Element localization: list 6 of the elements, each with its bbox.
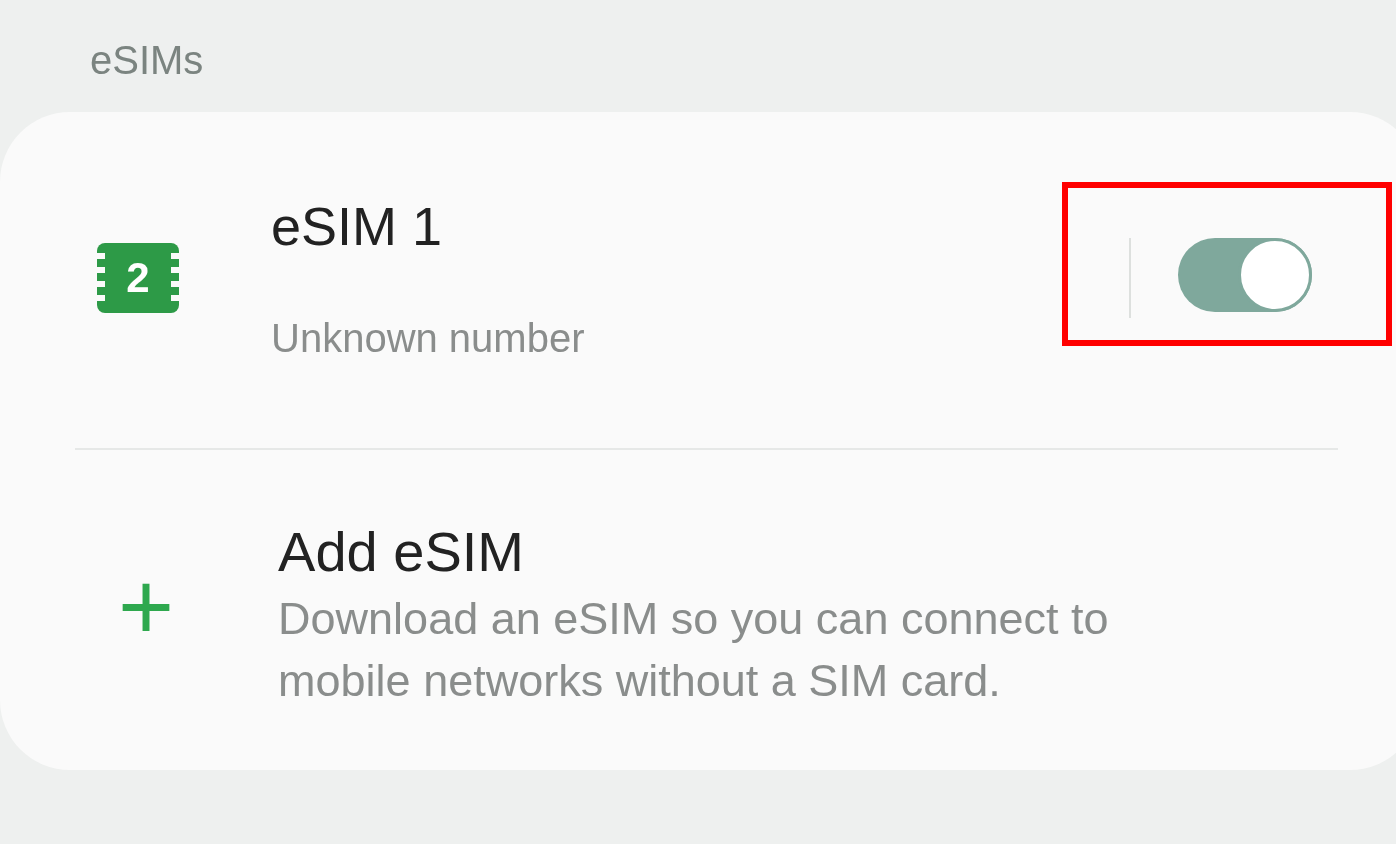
add-esim-description: Download an eSIM so you can connect to mobile networks without a SIM card. bbox=[278, 592, 1110, 708]
section-title: eSIMs bbox=[90, 37, 204, 84]
esim-name[interactable]: eSIM 1 bbox=[271, 194, 443, 258]
add-esim-title[interactable]: Add eSIM bbox=[278, 520, 524, 584]
phone-number: Unknown number bbox=[271, 315, 585, 362]
sim-card-icon: 2 bbox=[97, 243, 179, 313]
